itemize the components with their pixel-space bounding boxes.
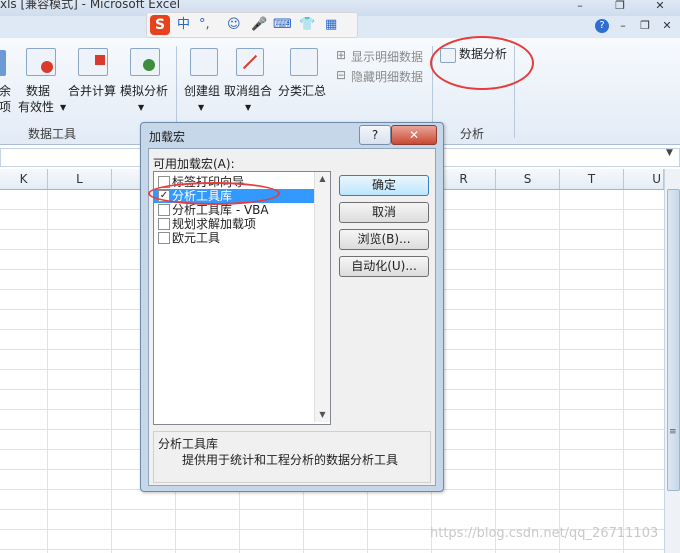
ungroup-button[interactable]: 取消组合 xyxy=(224,84,272,99)
column-header[interactable]: L xyxy=(48,169,112,189)
addin-checkbox[interactable] xyxy=(158,218,170,230)
list-scrollbar[interactable]: ▲ ▼ xyxy=(314,172,330,422)
ungroup-icon[interactable] xyxy=(236,48,264,76)
selection-highlight-circle xyxy=(148,182,280,205)
ribbon-restore-icon[interactable]: ❐ xyxy=(637,18,653,34)
cancel-button[interactable]: 取消 xyxy=(339,202,429,223)
help-icon[interactable]: ? xyxy=(595,19,609,33)
expand-formula-icon[interactable]: ▼ xyxy=(666,148,673,158)
ime-tools-icon[interactable]: ▦ xyxy=(325,16,337,34)
grid-line xyxy=(47,190,48,553)
ribbon-partial-label: 项 xyxy=(0,100,12,114)
hide-detail-button[interactable]: 隐藏明细数据 xyxy=(351,68,423,85)
browse-button[interactable]: 浏览(B)... xyxy=(339,229,429,250)
subtotal-icon[interactable] xyxy=(290,48,318,76)
chevron-down-icon[interactable]: ▼ xyxy=(245,100,251,115)
minimize-button[interactable]: – xyxy=(572,0,588,14)
ok-button[interactable]: 确定 xyxy=(339,175,429,196)
scroll-down-icon[interactable]: ▼ xyxy=(317,409,328,421)
close-window-button[interactable]: ✕ xyxy=(652,0,668,14)
addin-label: 规划求解加载项 xyxy=(172,217,257,231)
addin-checkbox[interactable] xyxy=(158,204,170,216)
data-validation-icon[interactable] xyxy=(26,48,56,76)
show-detail-button[interactable]: 显示明细数据 xyxy=(351,48,423,65)
column-header[interactable]: S xyxy=(496,169,560,189)
restore-button[interactable]: ❐ xyxy=(612,0,628,14)
description-text: 提供用于统计和工程分析的数据分析工具 xyxy=(182,453,399,467)
grid-line xyxy=(559,190,560,553)
data-analysis-highlight-circle xyxy=(430,36,534,90)
show-detail-icon: ⊞ xyxy=(336,48,347,62)
dialog-body: 可用加载宏(A): 标签打印向导 ✓ 分析工具库 分析工具库 - VBA 规划求… xyxy=(148,148,436,486)
ime-punct-icon[interactable]: °, xyxy=(199,16,210,34)
group-label-analysis: 分析 xyxy=(460,127,485,141)
available-addins-label: 可用加载宏(A): xyxy=(153,157,235,171)
consolidate-button[interactable]: 合并计算 xyxy=(68,84,116,99)
add-ins-dialog: 加载宏 ? ✕ 可用加载宏(A): 标签打印向导 ✓ 分析工具库 分析工具库 -… xyxy=(140,122,444,492)
ime-mode[interactable]: 中 xyxy=(177,16,190,34)
ribbon-close-icon[interactable]: ✕ xyxy=(659,18,675,34)
what-if-analysis-button[interactable]: 模拟分析 xyxy=(120,84,168,99)
list-item[interactable]: 欧元工具 xyxy=(154,231,314,245)
column-header[interactable]: K xyxy=(0,169,48,189)
create-group-button[interactable]: 创建组 xyxy=(184,84,220,99)
vertical-scrollbar[interactable]: ≡ xyxy=(664,169,680,553)
ime-keyboard-icon[interactable]: ⌨ xyxy=(273,16,292,34)
dialog-close-button[interactable]: ✕ xyxy=(391,125,437,145)
grid-line xyxy=(111,190,112,553)
list-item[interactable]: 分析工具库 - VBA xyxy=(154,203,314,217)
ime-voice-icon[interactable]: 🎤 xyxy=(251,16,267,34)
column-header[interactable]: T xyxy=(560,169,624,189)
description-title: 分析工具库 xyxy=(158,437,219,451)
grid-line xyxy=(495,190,496,553)
ime-skin-icon[interactable]: 👕 xyxy=(299,16,315,34)
chevron-down-icon[interactable]: ▼ xyxy=(60,100,66,115)
hide-detail-icon: ⊟ xyxy=(336,68,347,82)
scrollbar-thumb[interactable] xyxy=(667,189,680,491)
chevron-down-icon[interactable]: ▼ xyxy=(138,100,144,115)
window-title: xls [兼容模式] - Microsoft Excel xyxy=(0,0,181,11)
watermark: https://blog.csdn.net/qq_26711103 xyxy=(430,526,659,541)
scroll-up-icon[interactable]: ▲ xyxy=(317,173,328,185)
dialog-title: 加载宏 xyxy=(149,130,186,144)
addin-description-box: 分析工具库 提供用于统计和工程分析的数据分析工具 xyxy=(153,431,431,483)
addins-list[interactable]: 标签打印向导 ✓ 分析工具库 分析工具库 - VBA 规划求解加载项 欧元工具 … xyxy=(153,171,331,425)
dialog-help-button[interactable]: ? xyxy=(359,125,391,145)
group-icon[interactable] xyxy=(190,48,218,76)
grid-line xyxy=(623,190,624,553)
ime-emoji-icon[interactable]: ☺ xyxy=(227,16,241,34)
addin-checkbox[interactable] xyxy=(158,232,170,244)
what-if-icon[interactable] xyxy=(130,48,160,76)
subtotal-button[interactable]: 分类汇总 xyxy=(278,84,326,99)
automation-button[interactable]: 自动化(U)... xyxy=(339,256,429,277)
list-item[interactable]: 规划求解加载项 xyxy=(154,217,314,231)
column-header[interactable]: U xyxy=(624,169,664,189)
chevron-down-icon[interactable]: ▼ xyxy=(198,100,204,115)
group-label-data-tools: 数据工具 xyxy=(28,127,77,141)
addin-label: 分析工具库 - VBA xyxy=(172,203,269,217)
ime-toolbar[interactable]: S 中 °, ☺ 🎤 ⌨ 👕 ▦ xyxy=(146,12,358,38)
ribbon-minimize-icon[interactable]: – xyxy=(615,18,631,34)
addin-label: 欧元工具 xyxy=(172,231,221,245)
remove-duplicates-icon[interactable] xyxy=(0,50,6,76)
sogou-logo-icon[interactable]: S xyxy=(150,15,170,35)
data-validation-sub-label[interactable]: 有效性 xyxy=(18,100,54,115)
consolidate-icon[interactable] xyxy=(78,48,108,76)
data-validation-button[interactable]: 数据 xyxy=(26,84,50,99)
ribbon-partial-label: 余 xyxy=(0,84,12,98)
grip-icon: ≡ xyxy=(669,427,677,437)
